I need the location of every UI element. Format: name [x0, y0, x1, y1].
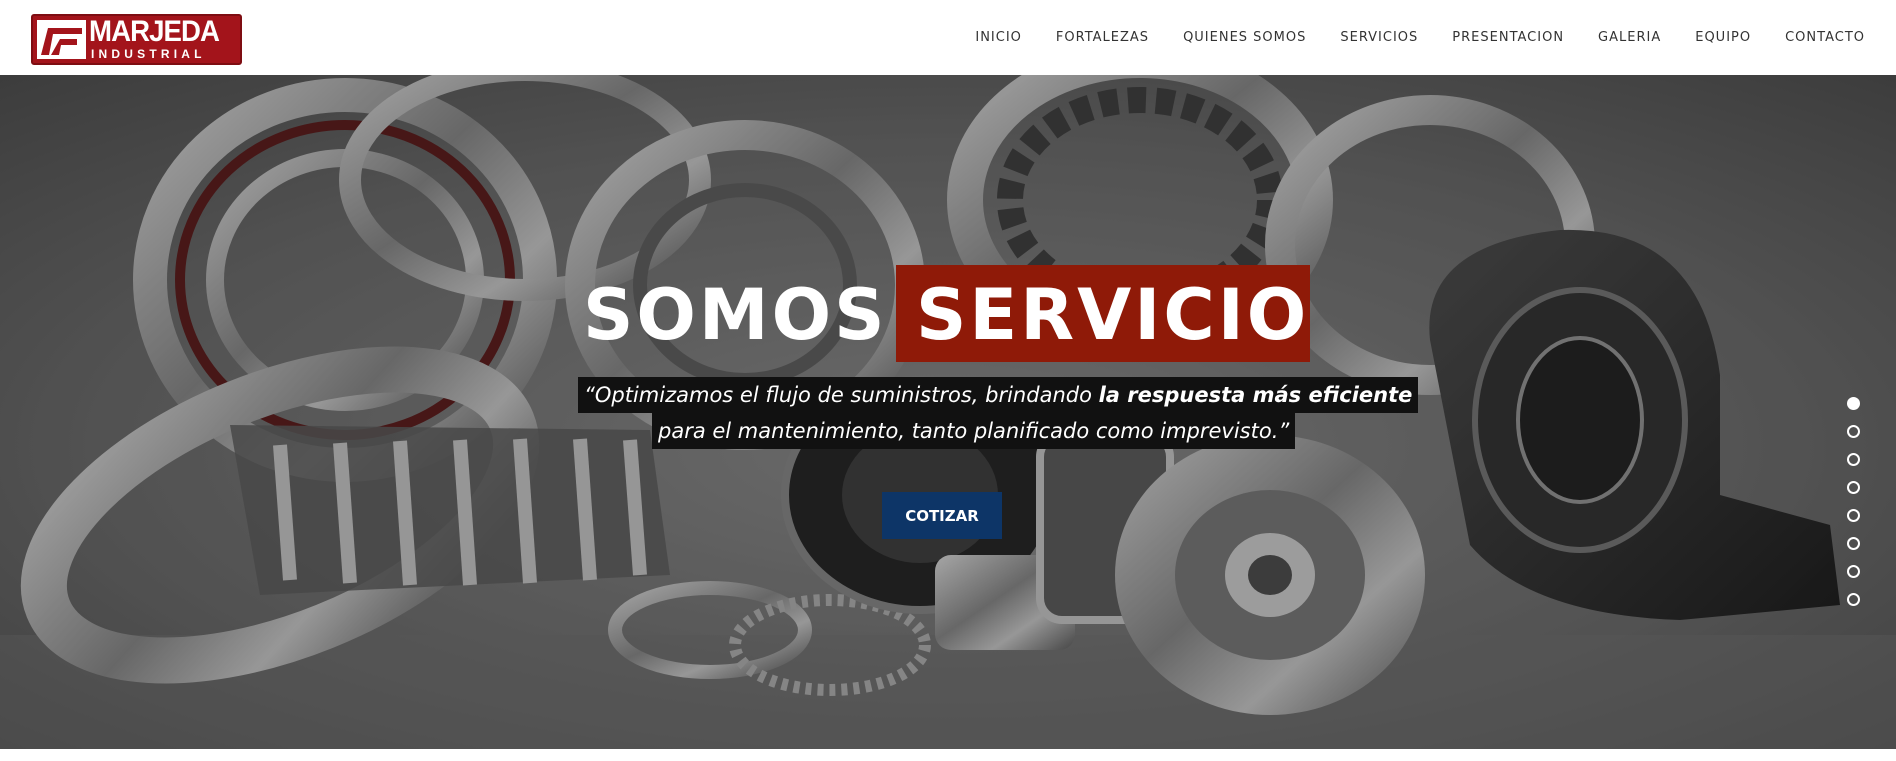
nav-galeria[interactable]: GALERIA	[1598, 30, 1661, 45]
brand-name: MARJEDA	[89, 15, 220, 48]
nav-quienes-somos[interactable]: QUIENES SOMOS	[1183, 30, 1306, 45]
nav-contacto[interactable]: CONTACTO	[1785, 30, 1865, 45]
slider-dot-4[interactable]	[1847, 481, 1860, 494]
hero-quote-line-1: “Optimizamos el flujo de suministros, br…	[578, 377, 1419, 413]
nav-fortalezas[interactable]: FORTALEZAS	[1056, 30, 1149, 45]
quote-bold-text: la respuesta más eficiente	[1098, 383, 1413, 407]
nav-inicio[interactable]: INICIO	[975, 30, 1022, 45]
slider-dot-5[interactable]	[1847, 509, 1860, 522]
headline-highlight: SERVICIO	[916, 274, 1310, 356]
nav-servicios[interactable]: SERVICIOS	[1340, 30, 1418, 45]
slider-dot-2[interactable]	[1847, 425, 1860, 438]
slider-dot-7[interactable]	[1847, 565, 1860, 578]
mf-monogram-icon	[37, 20, 86, 59]
hero-headline: SOMOS SERVICIO	[0, 265, 1896, 367]
cotizar-button[interactable]: COTIZAR	[882, 492, 1002, 539]
nav-equipo[interactable]: EQUIPO	[1695, 30, 1751, 45]
slider-dot-1[interactable]	[1847, 397, 1860, 410]
nav-presentacion[interactable]: PRESENTACION	[1452, 30, 1564, 45]
main-nav: INICIO FORTALEZAS QUIENES SOMOS SERVICIO…	[975, 0, 1865, 75]
slider-dot-6[interactable]	[1847, 537, 1860, 550]
brand-tagline: INDUSTRIAL	[91, 47, 206, 61]
headline-plain: SOMOS	[583, 274, 888, 356]
brand-logo[interactable]: MARJEDA INDUSTRIAL	[31, 14, 242, 65]
site-header: MARJEDA INDUSTRIAL INICIO FORTALEZAS QUI…	[0, 0, 1896, 75]
quote-text: “Optimizamos el flujo de suministros, br…	[584, 383, 1099, 407]
hero-slider: SOMOS SERVICIO “Optimizamos el flujo de …	[0, 75, 1896, 749]
hero-quote-line-2: para el mantenimiento, tanto planificado…	[652, 413, 1296, 449]
slider-dot-3[interactable]	[1847, 453, 1860, 466]
slider-dot-8[interactable]	[1847, 593, 1860, 606]
